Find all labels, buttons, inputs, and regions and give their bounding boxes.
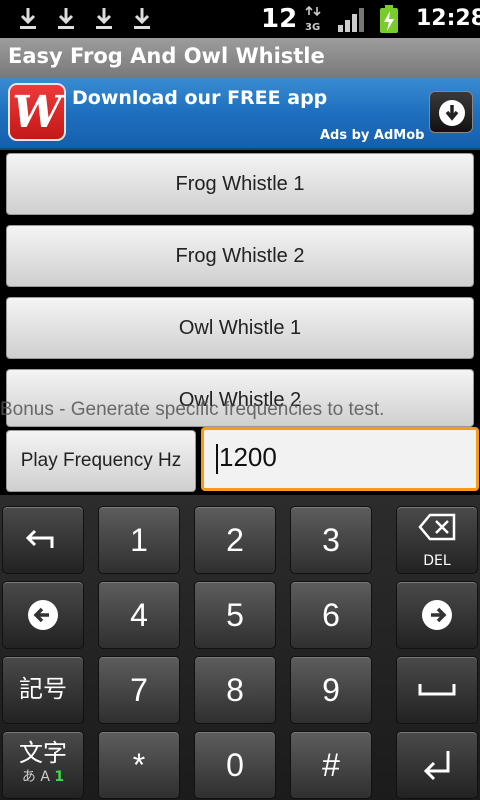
- ad-download-button[interactable]: [429, 91, 473, 133]
- frog-whistle-1-button[interactable]: Frog Whistle 1: [6, 153, 474, 215]
- undo-icon: [25, 529, 54, 548]
- right-arrow-icon: [422, 600, 452, 630]
- key-star[interactable]: *: [98, 731, 180, 799]
- enter-icon: [423, 751, 450, 781]
- frequency-value: 1200: [219, 442, 277, 472]
- numeric-keyboard: 1 2 3 DEL 4 5 6 記号 7 8 9 文字 あ A 1 * 0 #: [0, 495, 480, 800]
- key-7[interactable]: 7: [98, 656, 180, 724]
- main-content: Frog Whistle 1 Frog Whistle 2 Owl Whistl…: [0, 150, 480, 495]
- input-mode-key[interactable]: 文字 あ A 1: [2, 731, 84, 799]
- right-arrow-key[interactable]: [396, 581, 478, 649]
- key-3[interactable]: 3: [290, 506, 372, 574]
- ad-banner[interactable]: W Download our FREE app Ads by AdMob: [0, 77, 480, 150]
- undo-key[interactable]: [2, 506, 84, 574]
- ad-attribution: Ads by AdMob: [320, 128, 425, 143]
- key-0[interactable]: 0: [194, 731, 276, 799]
- status-badge: 12: [261, 4, 298, 34]
- ad-headline: Download our FREE app: [72, 87, 328, 109]
- key-hash[interactable]: #: [290, 731, 372, 799]
- left-arrow-key[interactable]: [2, 581, 84, 649]
- symbol-key[interactable]: 記号: [2, 656, 84, 724]
- download-circle-icon: [439, 100, 465, 126]
- text-cursor: [216, 444, 218, 475]
- frequency-input[interactable]: 1200: [201, 427, 479, 491]
- owl-whistle-1-button[interactable]: Owl Whistle 1: [6, 297, 474, 359]
- bonus-label: Bonus - Generate specific frequencies to…: [0, 399, 385, 420]
- battery-charging-icon: [379, 5, 399, 33]
- download-icon: [56, 6, 76, 30]
- left-arrow-icon: [28, 600, 58, 630]
- page-title: Easy Frog And Owl Whistle: [8, 44, 325, 68]
- download-icon: [94, 6, 114, 30]
- play-frequency-button[interactable]: Play Frequency Hz: [6, 430, 196, 492]
- frog-whistle-2-button[interactable]: Frog Whistle 2: [6, 225, 474, 287]
- download-icon: [132, 6, 152, 30]
- key-9[interactable]: 9: [290, 656, 372, 724]
- signal-icon: [338, 8, 364, 32]
- backspace-icon: [418, 513, 456, 541]
- space-key[interactable]: [396, 656, 478, 724]
- download-icon: [18, 6, 38, 30]
- key-4[interactable]: 4: [98, 581, 180, 649]
- space-icon: [418, 684, 456, 696]
- key-2[interactable]: 2: [194, 506, 276, 574]
- walgreens-logo: W: [8, 83, 66, 141]
- key-1[interactable]: 1: [98, 506, 180, 574]
- key-8[interactable]: 8: [194, 656, 276, 724]
- key-6[interactable]: 6: [290, 581, 372, 649]
- enter-key[interactable]: [396, 731, 478, 799]
- svg-text:3G: 3G: [305, 22, 320, 32]
- clock: 12:28: [416, 6, 480, 31]
- app-title-bar: Easy Frog And Owl Whistle: [0, 38, 480, 77]
- key-5[interactable]: 5: [194, 581, 276, 649]
- network-3g-icon: 3G: [304, 5, 324, 33]
- delete-key[interactable]: DEL: [396, 506, 478, 574]
- status-bar: 12 3G 12:28: [0, 0, 480, 38]
